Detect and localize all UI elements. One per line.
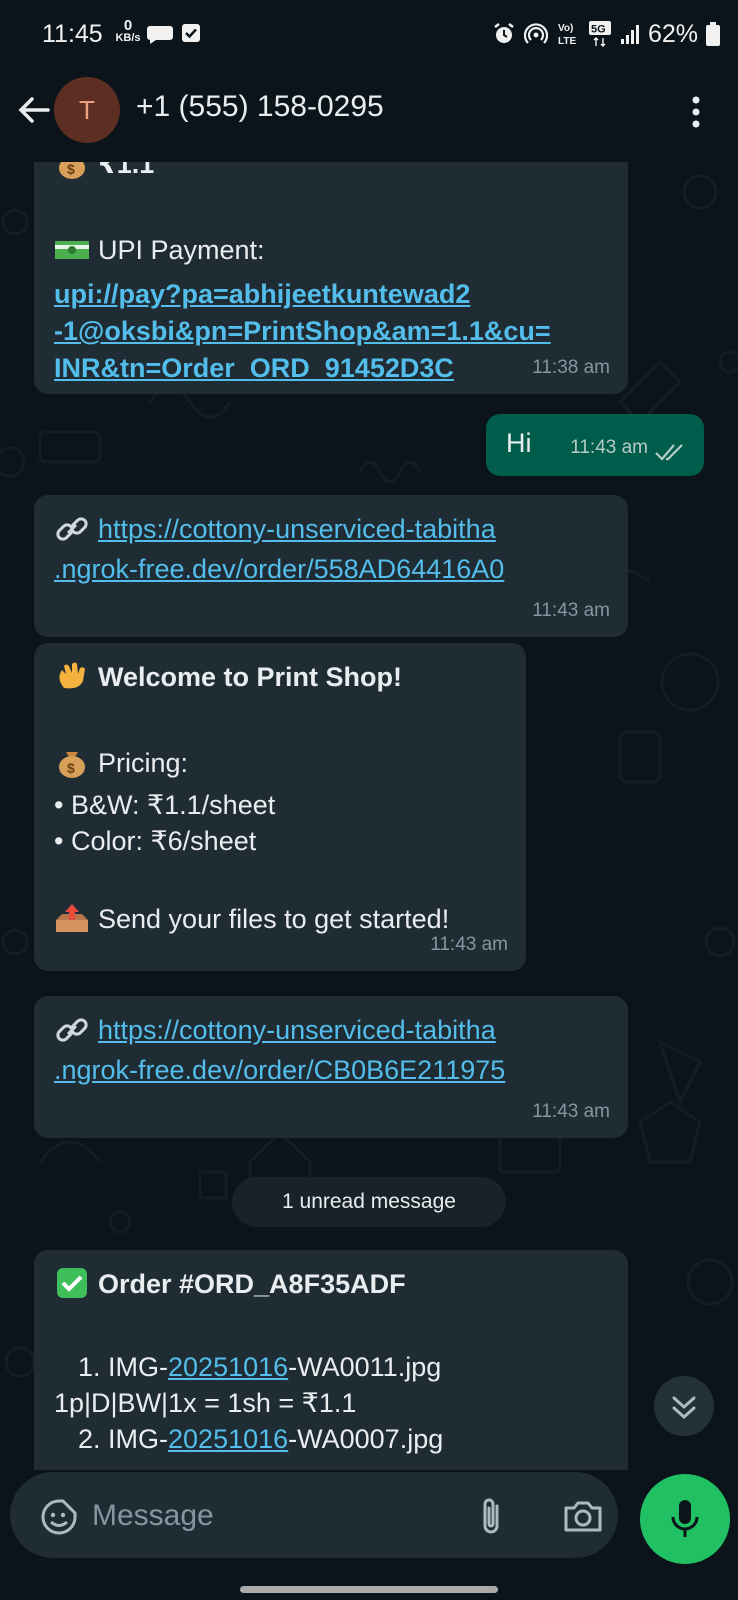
sticker-smiley-icon[interactable] [40,1498,78,1536]
chat-header: T +1 (555) 158-0295 [0,72,738,162]
money-bag-icon: $ [59,752,85,778]
order-item-1: 1. IMG-20251016-WA0011.jpg [78,1349,441,1386]
contact-name[interactable]: +1 (555) 158-0295 [136,90,384,124]
microphone-icon [671,1500,699,1537]
order-link[interactable]: https://cottony-unserviced-tabitha [98,1012,496,1049]
back-arrow-icon[interactable] [14,90,54,130]
message-partial-text: $ ₹1.1 [54,162,154,183]
banknote-icon [55,241,89,259]
chat-area[interactable]: $ ₹1.1 UPI Payment: upi://pay?pa=abhijee… [0,162,738,1470]
net-speed-value: 0 [123,17,133,34]
checkbox-icon [182,24,200,42]
message-time: 11:43 am [532,1101,610,1122]
order-item-1-detail: 1p|D|BW|1x = 1sh = ₹1.1 [54,1388,357,1418]
date-link[interactable]: 20251016 [168,1424,288,1454]
status-right: Vo) LTE 5G 62% [492,18,720,50]
hotspot-icon [523,23,548,44]
order-link-line-1[interactable]: https://cottony-unserviced-tabitha [98,511,496,548]
message-bubble-incoming[interactable]: $ ₹1.1 UPI Payment: upi://pay?pa=abhijee… [34,162,628,394]
order-title-row: Order #ORD_A8F35ADF [54,1266,406,1303]
message-time: 11:43 am [570,437,648,458]
svg-text:Vo): Vo) [558,23,573,34]
message-bubble-incoming[interactable]: Welcome to Print Shop! $ Pricing: • B&W:… [34,643,526,971]
message-bubble-outgoing[interactable]: Hi 11:43 am [486,414,704,476]
status-time: 11:45 [42,20,103,48]
double-chevron-down-icon [672,1396,696,1420]
send-files-text: Send your files to get started! [98,904,450,934]
chat-bubble-icon [147,26,173,44]
order-link[interactable]: https://cottony-unserviced-tabitha [98,511,496,548]
pricing-label: Pricing: [98,748,189,778]
message-time: 11:38 am [532,357,610,378]
message-bubble-incoming[interactable]: Order #ORD_A8F35ADF 1. IMG-20251016-WA00… [34,1250,628,1470]
message-input[interactable] [92,1494,432,1538]
voice-message-button[interactable] [640,1474,730,1564]
welcome-title-row: Welcome to Print Shop! [54,659,402,696]
link-icon [56,1018,88,1042]
net-speed-unit: KB/s [115,32,141,44]
message-box[interactable] [10,1472,618,1558]
welcome-title: Welcome to Print Shop! [98,662,403,692]
pricing-row: $ Pricing: [54,745,188,782]
upi-link-line-1[interactable]: upi://pay?pa=abhijeetkuntewad2 [54,276,551,313]
price-bw: • B&W: ₹1.1/sheet [54,790,276,820]
avatar[interactable]: T [54,77,120,143]
message-time: 11:43 am [430,934,508,955]
input-bar [0,1470,738,1566]
message-bubble-incoming[interactable]: https://cottony-unserviced-tabitha .ngro… [34,495,628,637]
price-color: • Color: ₹6/sheet [54,826,257,856]
upi-label-row: UPI Payment: [54,232,265,269]
status-bar: 11:45 0 KB/s Vo) LTE 5G 62% [0,0,738,72]
order-item-1-suffix: -WA0011.jpg [288,1352,442,1382]
scroll-to-bottom-button[interactable] [654,1376,714,1436]
alarm-icon [494,23,514,43]
read-ticks-icon [655,444,683,461]
waving-hand-icon [59,662,85,689]
battery-percent: 62% [647,19,698,48]
svg-text:$: $ [67,760,75,776]
order-link-cont[interactable]: .ngrok-free.dev/order/558AD64416A0 [54,551,504,588]
upi-link-line-3[interactable]: INR&tn=Order_ORD_91452D3C [54,350,551,387]
message-bubble-incoming[interactable]: https://cottony-unserviced-tabitha .ngro… [34,996,628,1138]
check-mark-icon [57,1268,87,1298]
unread-divider: 1 unread message [232,1177,506,1227]
more-options-icon[interactable] [684,92,708,132]
upi-link[interactable]: upi://pay?pa=abhijeetkuntewad2 -1@oksbi&… [54,276,551,387]
order-item-2-prefix: 2. IMG- [78,1424,169,1454]
money-bag-icon: $ [59,162,85,179]
order-title: Order #ORD_A8F35ADF [98,1269,406,1299]
order-link-line-2[interactable]: .ngrok-free.dev/order/558AD64416A0 [54,551,504,588]
5g-icon: 5G [588,21,611,47]
order-item-2: 2. IMG-20251016-WA0007.jpg [78,1421,443,1458]
order-link-line-1[interactable]: https://cottony-unserviced-tabitha [98,1012,496,1049]
battery-icon [706,22,720,46]
svg-text:$: $ [67,162,75,177]
paperclip-icon[interactable] [476,1494,506,1538]
svg-text:LTE: LTE [558,36,576,47]
volte-icon: Vo) LTE [558,23,576,47]
amount-text: ₹1.1 [98,162,155,179]
upi-label: UPI Payment: [98,235,265,265]
order-item-2-suffix: -WA0007.jpg [288,1424,444,1454]
navigation-handle[interactable] [240,1586,498,1593]
date-link[interactable]: 20251016 [168,1352,288,1382]
order-item-1-prefix: 1. IMG- [78,1352,169,1382]
signal-icon [620,25,639,44]
upi-link-line-2[interactable]: -1@oksbi&pn=PrintShop&am=1.1&cu= [54,313,551,350]
outbox-tray-icon [56,904,88,932]
order-link-line-2[interactable]: .ngrok-free.dev/order/CB0B6E211975 [54,1052,505,1089]
net-speed: 0 KB/s [113,17,143,44]
link-icon [56,517,88,541]
send-files-row: Send your files to get started! [54,901,449,938]
message-text: Hi [506,428,532,458]
message-time: 11:43 am [532,600,610,621]
camera-icon[interactable] [562,1496,604,1536]
svg-text:5G: 5G [591,24,606,36]
order-link-cont[interactable]: .ngrok-free.dev/order/CB0B6E211975 [54,1052,505,1089]
